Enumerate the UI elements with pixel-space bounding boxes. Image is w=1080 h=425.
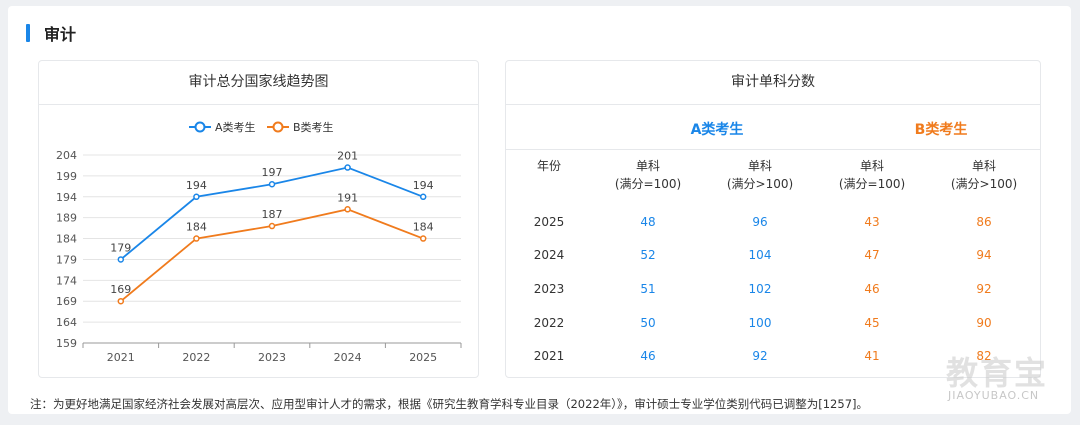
cell-year: 2021 xyxy=(533,349,565,364)
col-b2-line1: 单科 xyxy=(971,159,996,173)
cell-b2: 82 xyxy=(976,349,992,364)
y-tick-label: 159 xyxy=(56,337,77,350)
data-label: 187 xyxy=(262,208,283,221)
col-a1-header: 单科 (满分=100) xyxy=(592,157,704,205)
trend-line-chart: 159 164 169 174 179 184 189 194 199 204 2021 2022 20… xyxy=(56,120,462,364)
data-point xyxy=(344,206,351,213)
data-label: 197 xyxy=(262,166,283,179)
cell-year: 2022 xyxy=(533,315,565,330)
cell-b1: 47 xyxy=(864,248,880,263)
score-card: 审计单科分数 A类考生 B类考生 年份 单科 (满分=100) 单科 (满分>100… xyxy=(505,60,1041,378)
y-tick-label: 194 xyxy=(56,191,77,204)
section-header: 审计 xyxy=(26,22,76,44)
cell-a2: 92 xyxy=(752,349,768,364)
category-b-label: B类考生 xyxy=(914,122,968,138)
col-a1-line1: 单科 xyxy=(635,159,660,173)
col-b2-line2: (满分>100) xyxy=(950,177,1018,191)
year-header-label: 年份 xyxy=(536,159,561,173)
data-point xyxy=(117,297,125,305)
cell-a2: 96 xyxy=(752,214,768,229)
cell-a1: 50 xyxy=(640,315,656,330)
category-row: A类考生 B类考生 xyxy=(506,119,1040,149)
table-row: 2025 48 96 43 86 xyxy=(506,205,1040,239)
cell-year: 2023 xyxy=(533,281,565,296)
x-tick-label: 2021 xyxy=(107,351,135,364)
legend-marker-2 xyxy=(272,121,284,133)
data-label: 179 xyxy=(110,241,131,254)
cell-b1: 43 xyxy=(864,214,880,229)
col-a2-line2: (满分>100) xyxy=(726,177,794,191)
chart-card: 审计总分国家线趋势图 159 164 169 174 179 184 189 194 199 20… xyxy=(38,60,479,378)
table-row: 2022 50 100 45 90 xyxy=(506,306,1040,340)
cell-a1: 48 xyxy=(640,214,656,229)
score-card-title: 审计单科分数 xyxy=(506,61,1040,105)
data-label: 169 xyxy=(110,283,131,296)
col-b1-line1: 单科 xyxy=(859,159,884,173)
score-table: 年份 单科 (满分=100) 单科 (满分>100) 单科 (满分=100) 单科 (满… xyxy=(506,157,1040,373)
cell-a2: 102 xyxy=(748,281,772,296)
col-a2-line1: 单科 xyxy=(747,159,772,173)
data-point xyxy=(419,235,427,242)
data-label: 201 xyxy=(337,150,358,163)
legend-label-2: B类考生 xyxy=(293,120,334,134)
table-row: 2023 51 102 46 92 xyxy=(506,272,1040,306)
table-row: 2021 46 92 41 82 xyxy=(506,339,1040,373)
footnote: 注：为更好地满足国家经济社会发展对高层次、应用型审计人才的需求，根据《研究生教育… xyxy=(30,397,868,411)
cell-b2: 92 xyxy=(976,281,992,296)
cell-b2: 86 xyxy=(976,214,992,229)
col-b2-header: 单科 (满分>100) xyxy=(928,157,1040,205)
cell-b2: 90 xyxy=(976,315,992,330)
y-tick-label: 189 xyxy=(56,212,77,225)
data-point xyxy=(117,256,125,263)
cell-b1: 41 xyxy=(864,349,880,364)
y-tick-label: 179 xyxy=(56,253,77,266)
data-label: 191 xyxy=(337,191,358,204)
cell-a1: 52 xyxy=(640,248,656,263)
data-point xyxy=(268,180,276,188)
y-tick-label: 204 xyxy=(56,149,77,162)
col-a2-header: 单科 (满分>100) xyxy=(704,157,816,205)
cell-a2: 100 xyxy=(748,315,772,330)
legend-label-1: A类考生 xyxy=(215,120,256,134)
col-b1-header: 单科 (满分=100) xyxy=(816,157,928,205)
cell-a1: 51 xyxy=(640,281,656,296)
cell-year: 2025 xyxy=(533,214,565,229)
year-header: 年份 xyxy=(506,157,592,205)
x-tick-label: 2023 xyxy=(258,351,286,364)
section-accent-bar xyxy=(26,24,30,42)
main-panel: 审计 审计总分国家线趋势图 159 164 169 174 179 184 189 194 19… xyxy=(8,6,1071,414)
cell-a2: 104 xyxy=(748,248,772,263)
data-point xyxy=(193,235,200,242)
x-tick-label: 2025 xyxy=(409,351,437,364)
y-tick-label: 174 xyxy=(56,274,77,287)
cell-b1: 45 xyxy=(864,315,880,330)
cell-b1: 46 xyxy=(864,281,880,296)
legend-marker-1 xyxy=(194,121,206,133)
y-tick-label: 164 xyxy=(56,316,77,329)
cell-year: 2024 xyxy=(533,248,565,263)
y-tick-label: 199 xyxy=(56,170,77,183)
data-label: 194 xyxy=(186,179,207,192)
x-tick-label: 2022 xyxy=(182,351,210,364)
data-point xyxy=(193,193,200,201)
table-row: 2024 52 104 47 94 xyxy=(506,239,1040,273)
chart-card-title: 审计总分国家线趋势图 xyxy=(39,61,478,105)
table-divider xyxy=(506,149,1040,150)
col-a1-line2: (满分=100) xyxy=(614,177,682,191)
y-tick-label: 184 xyxy=(56,233,77,246)
cell-a1: 46 xyxy=(640,349,656,364)
data-label: 184 xyxy=(186,221,207,234)
y-tick-label: 169 xyxy=(56,295,77,308)
section-title: 审计 xyxy=(44,25,77,44)
data-label: 194 xyxy=(413,179,434,192)
data-label: 184 xyxy=(413,221,434,234)
cell-b2: 94 xyxy=(976,248,992,263)
data-point xyxy=(344,164,351,171)
col-b1-line2: (满分=100) xyxy=(838,177,906,191)
table-header-row: 年份 单科 (满分=100) 单科 (满分>100) 单科 (满分=100) 单科 (满… xyxy=(506,157,1040,205)
data-point xyxy=(419,193,427,201)
x-tick-label: 2024 xyxy=(334,351,362,364)
category-a-label: A类考生 xyxy=(690,122,744,138)
data-point xyxy=(268,222,276,230)
